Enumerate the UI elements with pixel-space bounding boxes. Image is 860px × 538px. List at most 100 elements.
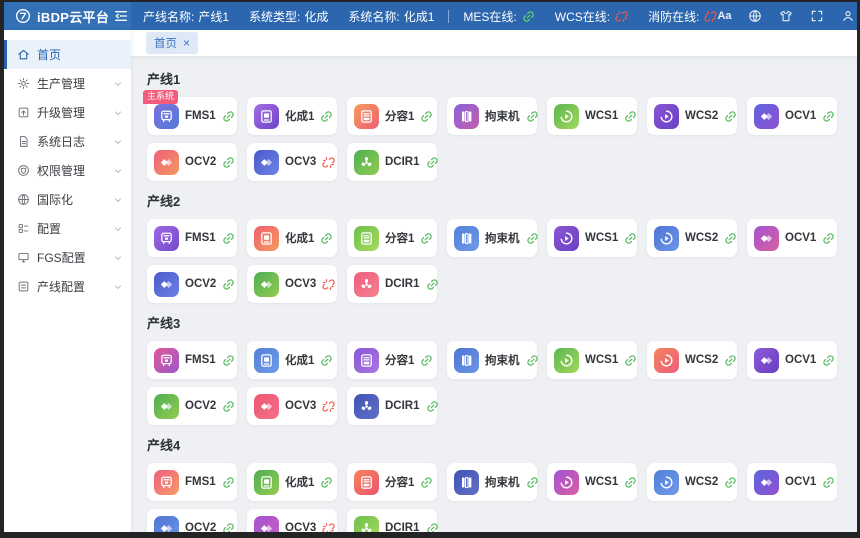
system-card[interactable]: WCS1 bbox=[547, 97, 637, 135]
link-icon[interactable] bbox=[320, 110, 333, 123]
link-icon[interactable] bbox=[526, 110, 539, 123]
sidebar-item-permission[interactable]: 权限管理 bbox=[4, 156, 131, 185]
system-card[interactable]: 化成1 bbox=[247, 219, 337, 257]
system-card[interactable]: OCV2 bbox=[147, 387, 237, 425]
link-icon[interactable] bbox=[526, 232, 539, 245]
link-icon[interactable] bbox=[426, 522, 439, 533]
system-card[interactable]: FMS1 bbox=[147, 341, 237, 379]
system-card[interactable]: WCS2 bbox=[647, 341, 737, 379]
link-icon[interactable] bbox=[222, 522, 235, 533]
link-icon[interactable] bbox=[724, 232, 737, 245]
user-icon[interactable] bbox=[840, 8, 856, 24]
link-icon[interactable] bbox=[222, 278, 235, 291]
system-card[interactable]: 拘束机 bbox=[447, 463, 537, 501]
link-icon[interactable] bbox=[624, 232, 637, 245]
link-icon[interactable] bbox=[222, 354, 235, 367]
section-title: 产线3 bbox=[147, 313, 847, 332]
link-icon[interactable] bbox=[426, 278, 439, 291]
sidebar-item-production[interactable]: 生产管理 bbox=[4, 69, 131, 98]
link-broken-icon[interactable] bbox=[322, 156, 335, 169]
system-card[interactable]: DCIR1 bbox=[347, 143, 437, 181]
link-icon[interactable] bbox=[822, 476, 835, 489]
link-icon[interactable] bbox=[420, 354, 433, 367]
system-card[interactable]: OCV3 bbox=[247, 509, 337, 532]
system-card[interactable]: 化成1 bbox=[247, 97, 337, 135]
system-card[interactable]: OCV3 bbox=[247, 265, 337, 303]
link-icon[interactable] bbox=[426, 156, 439, 169]
system-card[interactable]: 分容1 bbox=[347, 341, 437, 379]
link-icon[interactable] bbox=[222, 156, 235, 169]
sidebar-item-fgs-config[interactable]: FGS配置 bbox=[4, 243, 131, 272]
system-card[interactable]: WCS1 bbox=[547, 219, 637, 257]
system-card[interactable]: WCS2 bbox=[647, 219, 737, 257]
link-icon[interactable] bbox=[320, 476, 333, 489]
system-card[interactable]: 拘束机 bbox=[447, 219, 537, 257]
system-card[interactable]: FMS1 bbox=[147, 219, 237, 257]
link-icon[interactable] bbox=[822, 232, 835, 245]
link-icon[interactable] bbox=[822, 354, 835, 367]
link-icon[interactable] bbox=[724, 354, 737, 367]
link-icon[interactable] bbox=[624, 476, 637, 489]
link-icon[interactable] bbox=[624, 354, 637, 367]
system-card[interactable]: DCIR1 bbox=[347, 265, 437, 303]
link-icon[interactable] bbox=[420, 232, 433, 245]
system-card[interactable]: OCV2 bbox=[147, 143, 237, 181]
system-card[interactable]: OCV1 bbox=[747, 97, 837, 135]
system-card[interactable]: WCS1 bbox=[547, 341, 637, 379]
link-icon[interactable] bbox=[222, 476, 235, 489]
system-card[interactable]: 分容1 bbox=[347, 97, 437, 135]
sidebar-item-i18n[interactable]: 国际化 bbox=[4, 185, 131, 214]
link-icon[interactable] bbox=[320, 232, 333, 245]
system-card[interactable]: DCIR1 bbox=[347, 387, 437, 425]
system-card[interactable]: 主系统 FMS1 bbox=[147, 97, 237, 135]
sidebar-item-system-logs[interactable]: 系统日志 bbox=[4, 127, 131, 156]
system-card[interactable]: WCS2 bbox=[647, 463, 737, 501]
sidebar-item-upgrade[interactable]: 升级管理 bbox=[4, 98, 131, 127]
system-card[interactable]: OCV3 bbox=[247, 387, 337, 425]
theme-icon[interactable] bbox=[778, 8, 794, 24]
sidebar-item-home[interactable]: 首页 bbox=[4, 40, 131, 69]
link-icon[interactable] bbox=[320, 354, 333, 367]
link-icon[interactable] bbox=[426, 400, 439, 413]
link-icon[interactable] bbox=[724, 110, 737, 123]
link-icon[interactable] bbox=[222, 232, 235, 245]
link-icon[interactable] bbox=[624, 110, 637, 123]
system-card[interactable]: OCV1 bbox=[747, 341, 837, 379]
link-icon[interactable] bbox=[822, 110, 835, 123]
link-icon[interactable] bbox=[222, 110, 235, 123]
tab-home[interactable]: 首页 × bbox=[146, 32, 198, 54]
system-card[interactable]: 分容1 bbox=[347, 219, 437, 257]
link-icon[interactable] bbox=[526, 476, 539, 489]
system-card[interactable]: 分容1 bbox=[347, 463, 437, 501]
system-card[interactable]: WCS1 bbox=[547, 463, 637, 501]
link-icon[interactable] bbox=[420, 110, 433, 123]
link-icon[interactable] bbox=[526, 354, 539, 367]
system-card[interactable]: FMS1 bbox=[147, 463, 237, 501]
system-card[interactable]: OCV3 bbox=[247, 143, 337, 181]
link-icon[interactable] bbox=[222, 400, 235, 413]
system-card[interactable]: OCV2 bbox=[147, 509, 237, 532]
link-broken-icon[interactable] bbox=[322, 400, 335, 413]
system-card[interactable]: 化成1 bbox=[247, 341, 337, 379]
fullscreen-icon[interactable] bbox=[809, 8, 825, 24]
system-card[interactable]: OCV1 bbox=[747, 463, 837, 501]
link-broken-icon[interactable] bbox=[322, 278, 335, 291]
link-broken-icon[interactable] bbox=[322, 522, 335, 533]
sidebar-collapse-icon[interactable] bbox=[113, 8, 129, 24]
tab-close-icon[interactable]: × bbox=[183, 37, 190, 49]
system-card[interactable]: OCV2 bbox=[147, 265, 237, 303]
font-size-button[interactable]: Aa bbox=[717, 8, 731, 24]
sidebar-item-config[interactable]: 配置 bbox=[4, 214, 131, 243]
language-icon[interactable] bbox=[747, 8, 763, 24]
header-info-item: 系统类型:化成 bbox=[249, 8, 328, 25]
system-card[interactable]: 拘束机 bbox=[447, 341, 537, 379]
system-card[interactable]: 化成1 bbox=[247, 463, 337, 501]
sidebar-item-line-config[interactable]: 产线配置 bbox=[4, 272, 131, 301]
link-icon[interactable] bbox=[724, 476, 737, 489]
header-info-label: 产线名称: bbox=[143, 10, 194, 24]
system-card[interactable]: 拘束机 bbox=[447, 97, 537, 135]
link-icon[interactable] bbox=[420, 476, 433, 489]
system-card[interactable]: OCV1 bbox=[747, 219, 837, 257]
system-card[interactable]: WCS2 bbox=[647, 97, 737, 135]
system-card[interactable]: DCIR1 bbox=[347, 509, 437, 532]
